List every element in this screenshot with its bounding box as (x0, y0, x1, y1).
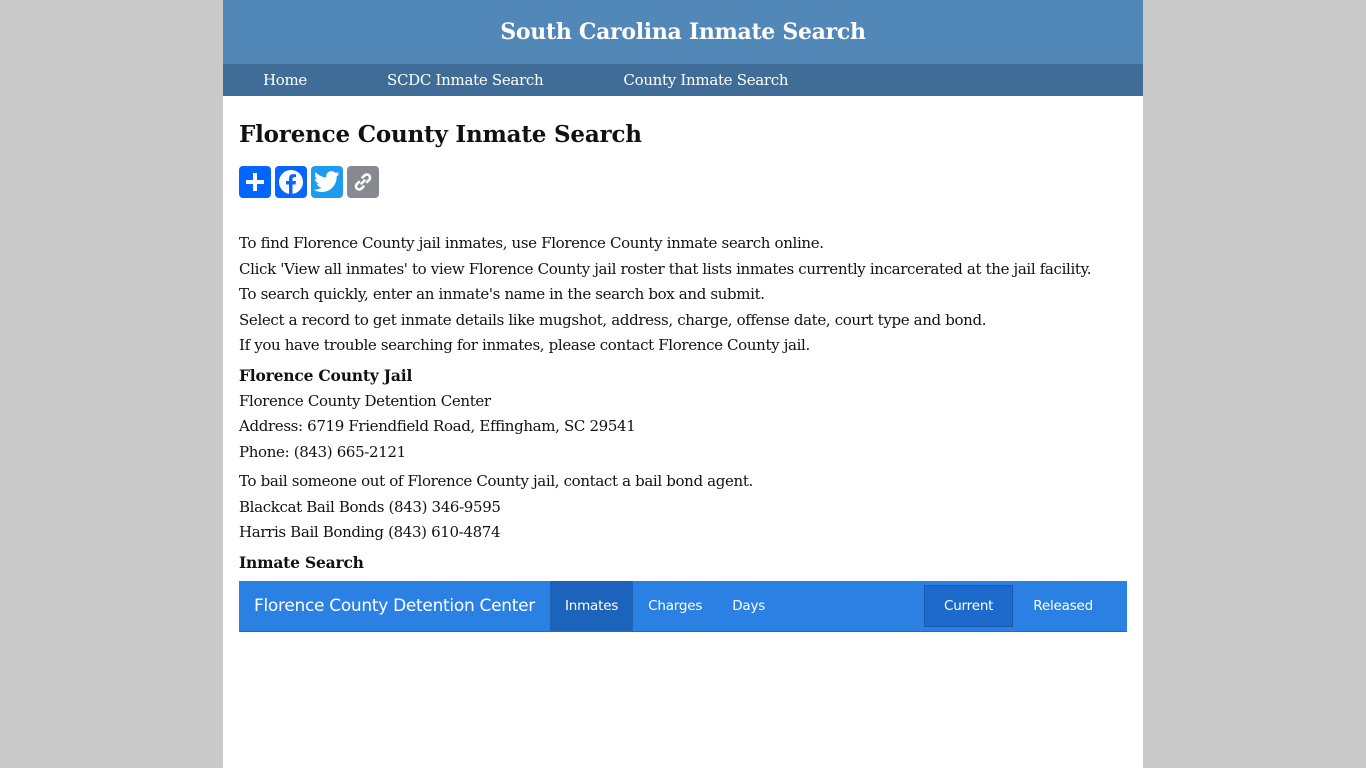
intro-line: If you have trouble searching for inmate… (239, 336, 810, 354)
tab-inmates[interactable]: Inmates (549, 580, 634, 631)
inmate-search-navbar: Florence County Detention Center Inmates… (239, 580, 1127, 632)
toggle-current[interactable]: Current (923, 584, 1014, 627)
page-title: Florence County Inmate Search (239, 121, 642, 148)
inmate-search-heading: Inmate Search (239, 552, 364, 572)
site-nav: Home SCDC Inmate Search County Inmate Se… (223, 64, 1143, 96)
bail-intro: To bail someone out of Florence County j… (239, 472, 753, 490)
plus-icon (246, 173, 264, 191)
jail-address: Address: 6719 Friendfield Road, Effingha… (239, 417, 636, 435)
site-title[interactable]: South Carolina Inmate Search (500, 19, 866, 45)
facility-brand[interactable]: Florence County Detention Center (239, 581, 550, 631)
intro-text: To find Florence County jail inmates, us… (239, 231, 1127, 359)
facebook-icon (279, 170, 303, 194)
share-buttons (239, 166, 1127, 198)
jail-phone: Phone: (843) 665-2121 (239, 442, 406, 461)
jail-name: Florence County Detention Center (239, 391, 491, 410)
nav-home-link[interactable]: Home (263, 71, 307, 89)
intro-line: Click 'View all inmates' to view Florenc… (239, 259, 1092, 278)
bail-agent: Blackcat Bail Bonds (843) 346-9595 (239, 497, 501, 516)
toggle-released[interactable]: Released (1013, 585, 1113, 627)
navbar-spacer (780, 581, 924, 631)
bail-agent: Harris Bail Bonding (843) 610-4874 (239, 523, 501, 541)
nav-scdc-inmate-search-link[interactable]: SCDC Inmate Search (387, 71, 544, 89)
tab-charges[interactable]: Charges (633, 581, 717, 631)
main-content: Florence County Inmate Search To find Fl… (223, 120, 1143, 632)
jail-heading: Florence County Jail (239, 365, 413, 385)
share-add-button[interactable] (239, 166, 271, 198)
intro-line: To search quickly, enter an inmate's nam… (239, 285, 765, 303)
site-header: South Carolina Inmate Search (223, 0, 1143, 64)
page-container: South Carolina Inmate Search Home SCDC I… (223, 0, 1143, 768)
share-facebook-button[interactable] (275, 166, 307, 198)
share-twitter-button[interactable] (311, 166, 343, 198)
nav-county-inmate-search-link[interactable]: County Inmate Search (623, 71, 788, 89)
twitter-icon (314, 171, 340, 192)
intro-line: To find Florence County jail inmates, us… (239, 234, 824, 252)
share-copy-link-button[interactable] (347, 166, 379, 198)
tab-days[interactable]: Days (717, 581, 780, 631)
link-icon (354, 173, 372, 191)
intro-line: Select a record to get inmate details li… (239, 310, 987, 329)
